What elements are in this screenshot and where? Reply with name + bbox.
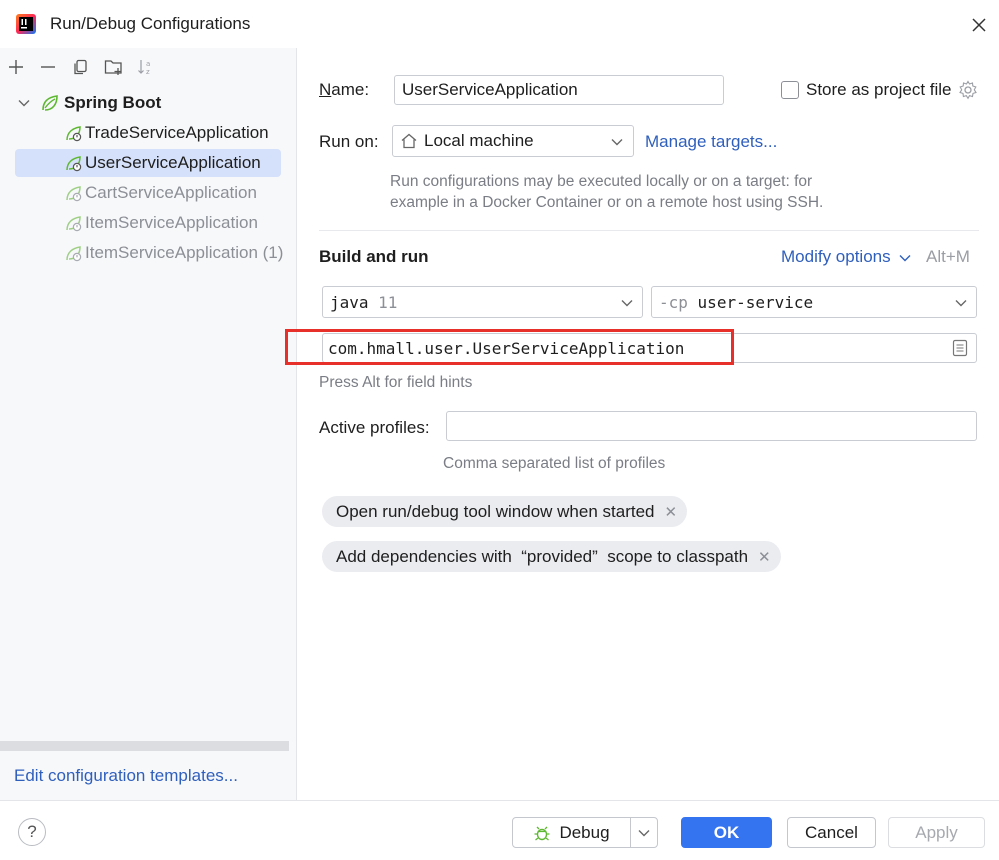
dialog-button-bar: ? Debug OK Cancel Apply bbox=[0, 800, 999, 860]
tree-item[interactable]: CartServiceApplication bbox=[64, 179, 257, 207]
run-on-value: Local machine bbox=[424, 131, 534, 150]
tree-item-label: TradeServiceApplication bbox=[85, 123, 269, 142]
active-profiles-label: Active profiles: bbox=[319, 418, 430, 437]
spring-boot-run-config-icon bbox=[64, 243, 84, 263]
close-icon[interactable] bbox=[966, 12, 992, 38]
remove-option-icon[interactable]: ✕ bbox=[758, 548, 771, 566]
title-bar: Run/Debug Configurations bbox=[0, 0, 999, 48]
run-on-hint-line-2: example in a Docker Container or on a re… bbox=[390, 194, 824, 211]
separator bbox=[319, 230, 979, 231]
window-title: Run/Debug Configurations bbox=[50, 14, 251, 33]
intellij-idea-icon bbox=[16, 14, 36, 34]
debug-label: Debug bbox=[559, 822, 610, 842]
option-chip-provided-scope: Add dependencies with “provided” scope t… bbox=[322, 541, 781, 572]
apply-button[interactable]: Apply bbox=[888, 817, 985, 848]
edit-configuration-templates-link[interactable]: Edit configuration templates... bbox=[14, 766, 238, 786]
store-as-project-file-checkbox[interactable] bbox=[781, 81, 799, 99]
tree-item[interactable]: UserServiceApplication bbox=[15, 149, 281, 177]
tree-group-spring-boot[interactable]: Spring Boot bbox=[18, 89, 161, 117]
configurations-tree-panel: az Spring Boot TradeServiceApplication Us… bbox=[0, 48, 297, 800]
horizontal-scrollbar[interactable] bbox=[0, 741, 289, 751]
name-input[interactable]: UserServiceApplication bbox=[394, 75, 724, 105]
chevron-down-icon bbox=[611, 139, 623, 146]
run-on-label: Run on: bbox=[319, 132, 379, 151]
copy-icon[interactable] bbox=[69, 56, 91, 78]
profiles-hint: Comma separated list of profiles bbox=[443, 455, 666, 472]
svg-text:a: a bbox=[146, 60, 150, 68]
home-icon bbox=[400, 132, 418, 150]
debug-split-button: Debug bbox=[512, 817, 658, 848]
chevron-down-icon[interactable] bbox=[18, 99, 32, 107]
spring-boot-icon bbox=[40, 93, 60, 113]
cancel-button[interactable]: Cancel bbox=[787, 817, 876, 848]
jdk-name: java bbox=[330, 292, 369, 312]
jdk-select[interactable]: java 11 bbox=[322, 286, 643, 318]
remove-icon[interactable] bbox=[37, 56, 59, 78]
modify-options-shortcut: Alt+M bbox=[926, 247, 970, 266]
tree-item-label: ItemServiceApplication (1) bbox=[85, 243, 284, 262]
tree-item[interactable]: ItemServiceApplication (1) bbox=[64, 239, 283, 267]
svg-text:z: z bbox=[146, 68, 150, 76]
spring-boot-run-config-icon bbox=[64, 153, 84, 173]
run-on-hint-line-1: Run configurations may be executed local… bbox=[390, 173, 813, 190]
chevron-down-icon bbox=[955, 300, 967, 307]
remove-option-icon[interactable]: ✕ bbox=[664, 503, 677, 521]
chip-label: Add dependencies with “provided” scope t… bbox=[336, 546, 749, 566]
chevron-down-icon bbox=[899, 254, 911, 262]
cp-flag: -cp bbox=[659, 292, 688, 312]
bug-icon bbox=[533, 824, 551, 842]
modify-options-link[interactable]: Modify options bbox=[781, 247, 911, 267]
tree-item-label: UserServiceApplication bbox=[85, 153, 261, 172]
red-highlight-box bbox=[285, 329, 734, 365]
debug-button[interactable]: Debug bbox=[513, 818, 631, 847]
tree-item[interactable]: ItemServiceApplication bbox=[64, 209, 258, 237]
run-on-select[interactable]: Local machine bbox=[392, 125, 634, 157]
name-label: Name: bbox=[319, 80, 370, 99]
cp-module: user-service bbox=[697, 292, 814, 312]
new-folder-icon[interactable] bbox=[103, 56, 125, 78]
spring-boot-run-config-icon bbox=[64, 183, 84, 203]
help-button[interactable]: ? bbox=[18, 818, 46, 846]
spring-boot-run-config-icon bbox=[64, 123, 84, 143]
tree-item-label: CartServiceApplication bbox=[85, 183, 257, 202]
option-chip-open-tool-window: Open run/debug tool window when started ✕ bbox=[322, 496, 688, 527]
classpath-module-select[interactable]: -cp user-service bbox=[651, 286, 977, 318]
add-icon[interactable] bbox=[5, 56, 27, 78]
gear-icon[interactable] bbox=[958, 80, 978, 105]
build-and-run-heading: Build and run bbox=[319, 247, 429, 266]
chevron-down-icon bbox=[621, 300, 633, 307]
active-profiles-input[interactable] bbox=[446, 411, 977, 441]
store-as-project-file-label: Store as project file bbox=[806, 80, 952, 99]
chip-label: Open run/debug tool window when started bbox=[336, 501, 655, 521]
tree-item-label: ItemServiceApplication bbox=[85, 213, 258, 232]
tree-item[interactable]: TradeServiceApplication bbox=[64, 119, 269, 147]
field-hints-text: Press Alt for field hints bbox=[319, 374, 473, 391]
chevron-down-icon[interactable] bbox=[631, 829, 657, 837]
manage-targets-link[interactable]: Manage targets... bbox=[645, 132, 777, 152]
jdk-version: 11 bbox=[378, 292, 398, 312]
browse-list-icon[interactable] bbox=[952, 339, 968, 361]
tree-group-label: Spring Boot bbox=[64, 93, 162, 112]
spring-boot-run-config-icon bbox=[64, 213, 84, 233]
ok-button[interactable]: OK bbox=[681, 817, 772, 848]
sort-icon[interactable]: az bbox=[135, 56, 157, 78]
